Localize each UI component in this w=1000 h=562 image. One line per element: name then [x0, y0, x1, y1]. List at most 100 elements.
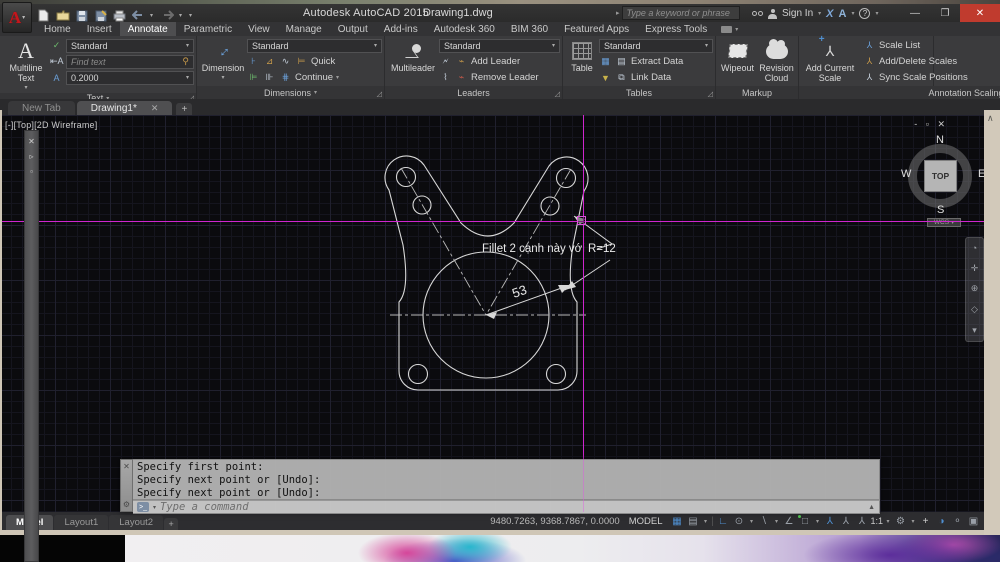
undo-dropdown-caret[interactable]: ▾ — [150, 12, 156, 19]
file-tab-drawing1[interactable]: Drawing1* ✕ — [77, 101, 173, 115]
add-current-scale-button[interactable]: +⅄ Add Current Scale — [801, 38, 859, 86]
command-input-row[interactable]: >_ ▾ Type a command ▲ — [133, 500, 880, 514]
minimize-button[interactable]: — — [900, 4, 930, 22]
add-leader-button[interactable]: Add Leader — [471, 56, 520, 67]
panel-title-markup[interactable]: Markup — [716, 86, 798, 99]
redo-icon[interactable] — [160, 9, 175, 22]
dim-angular-icon[interactable]: ⊿ — [263, 56, 276, 67]
dim-linear-icon[interactable]: ⊦ — [247, 56, 260, 67]
command-window[interactable]: ✕ ⚙ Specify first point: Specify next po… — [120, 459, 880, 512]
remove-leader-button[interactable]: Remove Leader — [471, 72, 539, 83]
command-close-icon[interactable]: ✕ — [123, 462, 130, 471]
annotation-scale-value[interactable]: 1:1 — [870, 516, 883, 526]
ortho-toggle-icon[interactable]: ∟ — [715, 514, 730, 528]
sync-scale-positions-icon[interactable]: ⅄ — [863, 72, 876, 83]
object-snap-tracking-icon[interactable]: ∠ — [781, 514, 796, 528]
workspace-gear-icon[interactable]: ⚙ — [893, 514, 908, 528]
mleader-style-select[interactable]: Standard▾ — [439, 39, 560, 53]
text-height-icon[interactable]: A — [50, 73, 63, 83]
tab-insert[interactable]: Insert — [79, 22, 120, 36]
dimension-button[interactable]: ↔ Dimension ▾ — [199, 38, 247, 86]
add-leader-icon[interactable]: ⌁ — [455, 56, 468, 67]
quick-dimension-button[interactable]: Quick — [311, 56, 335, 67]
panel-title-tables[interactable]: Tables ◿ — [563, 86, 715, 99]
osnap-caret[interactable]: ▾ — [813, 514, 821, 528]
command-scroll-up-icon[interactable]: ▲ — [868, 504, 875, 511]
tab-view[interactable]: View — [240, 22, 278, 36]
new-drawing-button[interactable]: + — [176, 103, 192, 115]
a360-icon[interactable]: A — [839, 8, 847, 20]
annotation-visibility-icon[interactable]: ⅄ — [822, 514, 837, 528]
iso-caret[interactable]: ▾ — [772, 514, 780, 528]
ribbon-display-toggle[interactable]: ▾ — [721, 22, 738, 36]
isometric-drafting-icon[interactable]: ∖ — [756, 514, 771, 528]
dim-update-icon[interactable]: ⊪ — [263, 72, 276, 83]
tab-add-ins[interactable]: Add-ins — [376, 22, 426, 36]
tab-home[interactable]: Home — [36, 22, 79, 36]
annotation-monitor-icon[interactable]: + — [918, 514, 933, 528]
orbit-icon[interactable]: ◇ — [971, 304, 978, 315]
leader-collect-icon[interactable]: 🗲 — [439, 56, 452, 67]
object-snap-icon[interactable]: □ — [797, 514, 812, 528]
pan-icon[interactable]: ✛ — [971, 263, 979, 274]
plot-icon[interactable] — [112, 9, 127, 22]
panel-title-dimensions[interactable]: Dimensions▾ ◿ — [197, 86, 384, 99]
viewcube-north[interactable]: N — [936, 134, 944, 146]
qat-customize-caret[interactable]: ▾ — [189, 12, 195, 19]
snap-toggle-icon[interactable]: ▤ — [685, 514, 700, 528]
tab-manage[interactable]: Manage — [278, 22, 330, 36]
viewcube-west[interactable]: W — [901, 168, 911, 180]
link-data-button[interactable]: Link Data — [631, 72, 671, 83]
viewcube[interactable]: N S W E TOP — [905, 136, 975, 210]
tab-bim-360[interactable]: BIM 360 — [503, 22, 556, 36]
search-arrow-icon[interactable]: ▸ — [616, 9, 620, 17]
undo-icon[interactable] — [131, 9, 146, 22]
extract-data-button[interactable]: Extract Data — [631, 56, 683, 67]
palette-autohide-icon[interactable]: ▫ — [30, 167, 33, 176]
hardware-acceleration-icon[interactable]: ◑ — [934, 514, 949, 528]
leader-align-icon[interactable]: ⌇ — [439, 72, 452, 83]
scale-list-button[interactable]: Scale List — [879, 40, 920, 51]
file-tab-close-icon[interactable]: ✕ — [151, 103, 159, 114]
search-binoculars-icon[interactable] — [752, 7, 763, 21]
drawing-canvas[interactable]: [-][Top][2D Wireframe] - ▫ ✕ — [0, 115, 1000, 512]
isolate-objects-icon[interactable]: ⚬ — [950, 514, 965, 528]
scale-caret[interactable]: ▾ — [884, 514, 892, 528]
help-caret[interactable]: ▾ — [875, 10, 878, 17]
autoscale-icon[interactable]: ⅄ — [838, 514, 853, 528]
sign-in-button[interactable]: Sign In — [782, 8, 813, 19]
dim-style-select[interactable]: Standard▾ — [247, 39, 382, 53]
remove-leader-icon[interactable]: ⌁ — [455, 72, 468, 83]
scale-list-icon[interactable]: ⅄ — [863, 40, 876, 51]
wipeout-button[interactable]: Wipeout — [718, 38, 757, 86]
redo-dropdown-caret[interactable]: ▾ — [179, 12, 185, 19]
clean-screen-icon[interactable]: ▣ — [966, 514, 981, 528]
link-data-icon[interactable]: ⧉ — [615, 72, 628, 83]
palette-properties-icon[interactable]: ▹ — [29, 152, 33, 161]
new-file-icon[interactable] — [36, 9, 51, 22]
dim-space-icon[interactable]: ⋕ — [279, 72, 292, 83]
close-button[interactable]: ✕ — [960, 4, 1000, 22]
multiline-text-button[interactable]: A Multiline Text ▾ — [2, 38, 50, 93]
palette-close-icon[interactable]: ✕ — [28, 137, 35, 146]
exchange-apps-icon[interactable]: X — [826, 8, 833, 20]
a360-caret[interactable]: ▾ — [851, 10, 854, 17]
maximize-button[interactable]: ❐ — [930, 4, 960, 22]
viewcube-south[interactable]: S — [937, 204, 944, 216]
new-layout-button[interactable]: + — [164, 518, 178, 530]
continue-dimension-button[interactable]: Continue — [295, 72, 333, 83]
tables-dialog-launcher-icon[interactable]: ◿ — [708, 90, 713, 98]
tab-output[interactable]: Output — [330, 22, 376, 36]
dim-quick-icon[interactable]: ⊨ — [295, 56, 308, 67]
multileader-button[interactable]: Multileader — [387, 38, 439, 86]
tab-autodesk-360[interactable]: Autodesk 360 — [426, 22, 503, 36]
navwheel-icon[interactable]: ◔ — [972, 243, 977, 253]
tab-parametric[interactable]: Parametric — [176, 22, 240, 36]
save-as-icon[interactable] — [93, 9, 108, 22]
command-customize-icon[interactable]: ⚙ — [123, 500, 130, 509]
navigation-bar[interactable]: ◔ ✛ ⊕ ◇ ▾ — [965, 237, 984, 342]
snap-caret[interactable]: ▾ — [701, 514, 709, 528]
revision-cloud-button[interactable]: Revision Cloud — [757, 38, 796, 86]
application-menu-button[interactable]: A ▾ — [2, 2, 32, 33]
dim-baseline-icon[interactable]: ⊫ — [247, 72, 260, 83]
